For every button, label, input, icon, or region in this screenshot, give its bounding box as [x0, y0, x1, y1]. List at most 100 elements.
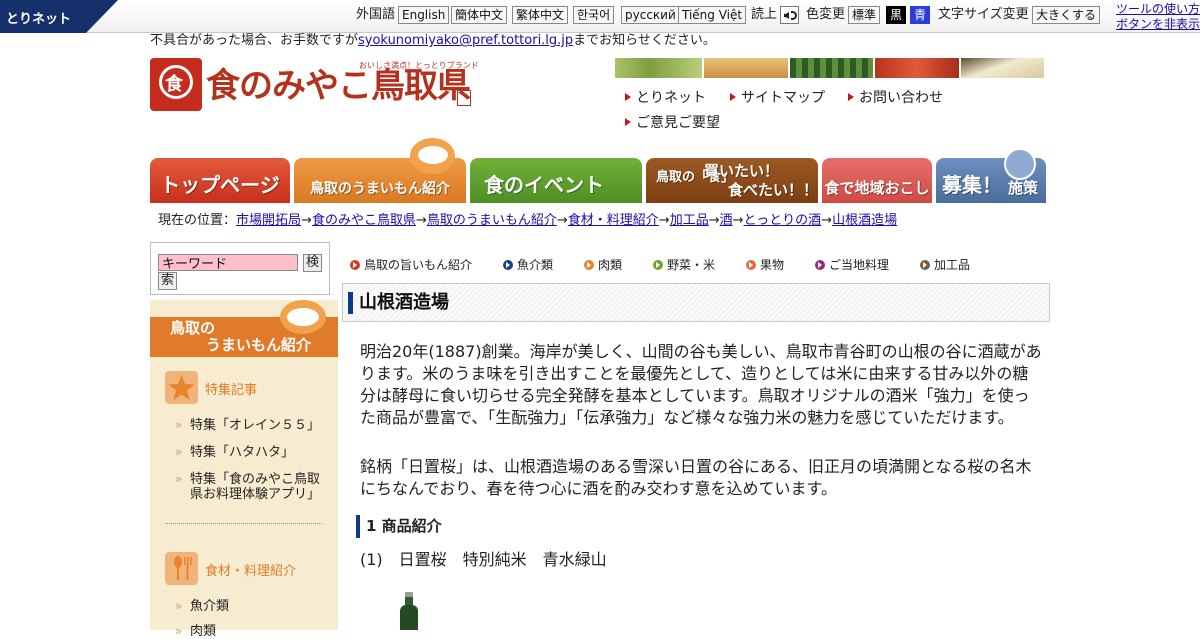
lang-traditional-chinese-button[interactable]: 繁体中文 — [512, 6, 569, 24]
arrow-right-icon — [730, 93, 736, 101]
category-tab-fruit[interactable]: 果物 — [746, 258, 784, 272]
breadcrumb-item[interactable]: 食材・料理紹介 — [568, 213, 659, 228]
search-button-part1[interactable]: 検 — [303, 254, 323, 272]
article-paragraph-1: 明治20年(1887)創業。海岸が美しく、山間の谷も美しい、鳥取市青谷町の山根の… — [360, 342, 1042, 427]
arrow-right-icon — [625, 118, 631, 126]
arrow-circle-icon — [653, 260, 663, 270]
sidebar-title-line1: 鳥取の — [170, 319, 216, 337]
torinet-brand-tab[interactable]: とりネット — [0, 0, 118, 33]
photo-crab — [875, 58, 959, 78]
color-black-button[interactable]: 黒 — [886, 6, 907, 24]
category-tab-local-cuisine[interactable]: ご当地料理 — [815, 258, 889, 272]
breadcrumb-sep: → — [821, 213, 833, 228]
nav-top-page[interactable]: トップページ — [150, 158, 290, 203]
breadcrumb-prefix: 現在の位置： — [158, 213, 237, 228]
nav-buy-eat[interactable]: 鳥取の「食」 買いたい！ 食べたい！！ — [646, 158, 818, 203]
sidebar-item-olein55[interactable]: 特集「オレイン５５」 — [175, 418, 330, 433]
util-link-torinet[interactable]: とりネット — [625, 89, 706, 107]
nav-regional-label: 食で地域おこし — [824, 179, 930, 197]
category-tab-seafood[interactable]: 魚介類 — [503, 258, 553, 272]
breadcrumb-item[interactable]: 加工品 — [670, 213, 709, 228]
sidebar-item-seafood[interactable]: 魚介類 — [175, 599, 330, 614]
breadcrumb-item[interactable]: 酒 — [720, 213, 733, 228]
search-box: 検 索 — [150, 242, 330, 295]
notice-email-link[interactable]: syokunomiyako@pref.tottori.lg.jp — [358, 33, 573, 48]
lang-vietnamese-button[interactable]: Tiếng Việt — [678, 6, 747, 24]
lang-korean-button[interactable]: 한국어 — [573, 6, 615, 24]
nav-recruit-big: 募集！ — [942, 173, 1002, 197]
color-blue-button[interactable]: 青 — [910, 6, 931, 24]
util-link-label: お問い合わせ — [859, 90, 943, 106]
breadcrumb-sep: → — [708, 213, 720, 228]
site-logo[interactable]: 食 食のみやこ鳥取県 おいしさ満点！とっとりブランド — [150, 58, 479, 113]
speaker-icon[interactable] — [780, 6, 799, 24]
smile-faces-icon — [280, 300, 326, 334]
search-button-part2[interactable]: 索 — [158, 272, 178, 290]
font-size-label: 文字サイズ変更 — [938, 7, 1029, 22]
page-title-box: 山根酒造場 — [342, 283, 1050, 322]
category-tab-label: 果物 — [760, 258, 785, 272]
arrow-circle-icon — [920, 260, 930, 270]
contact-notice: 不具合があった場合、お手数ですがsyokunomiyako@pref.totto… — [150, 33, 716, 49]
read-aloud-label: 読上 — [751, 7, 778, 22]
nav-top-page-label: トップページ — [160, 173, 280, 197]
category-tab-label: 魚介類 — [517, 258, 554, 272]
hide-tools-line2: ボタンを非表示 — [1116, 17, 1200, 31]
breadcrumb-sep: → — [556, 213, 568, 228]
lang-russian-button[interactable]: русский — [621, 6, 680, 24]
breadcrumb-current[interactable]: 山根酒造場 — [832, 213, 897, 228]
breadcrumb-item[interactable]: 市場開拓局 — [236, 213, 301, 228]
arrow-circle-icon — [746, 260, 756, 270]
sake-bottle-image — [399, 592, 419, 630]
util-link-label: とりネット — [636, 90, 706, 106]
category-tab-label: ご当地料理 — [829, 258, 890, 272]
section-heading-text: 1 商品紹介 — [366, 517, 442, 535]
title-accent-bar — [348, 292, 353, 314]
product-title: (1) 日置桜 特別純米 青水緑山 — [360, 550, 607, 569]
util-link-label: サイトマップ — [741, 90, 825, 106]
logo-stamp-mark — [457, 90, 471, 106]
util-link-contact[interactable]: お問い合わせ — [848, 89, 943, 107]
sidebar-item-meat[interactable]: 肉類 — [175, 624, 330, 639]
arrow-circle-icon — [350, 260, 360, 270]
util-link-sitemap[interactable]: サイトマップ — [730, 89, 825, 107]
category-tab-label: 野菜・米 — [667, 258, 716, 272]
photo-pears — [615, 58, 702, 78]
nav-regional[interactable]: 食で地域おこし — [822, 158, 932, 203]
color-standard-button[interactable]: 標準 — [848, 6, 881, 24]
category-tab-processed[interactable]: 加工品 — [920, 258, 970, 272]
breadcrumb-sep: → — [658, 213, 670, 228]
category-tab-umaimon[interactable]: 鳥取の旨いもん紹介 — [350, 258, 472, 272]
util-link-label: ご意見ご要望 — [636, 115, 720, 131]
category-tab-meat[interactable]: 肉類 — [584, 258, 622, 272]
category-tab-vegetables[interactable]: 野菜・米 — [653, 258, 715, 272]
breadcrumb-item[interactable]: 食のみやこ鳥取県 — [312, 213, 416, 228]
sidebar-item-cooking-app[interactable]: 特集「食のみやこ鳥取県お料理体験アプリ」 — [175, 472, 330, 502]
nav-umaimon-label: 鳥取のうまいもん紹介 — [310, 181, 450, 197]
util-link-feedback[interactable]: ご意見ご要望 — [625, 114, 720, 132]
breadcrumb-item[interactable]: とっとりの酒 — [744, 213, 822, 228]
search-input[interactable] — [158, 254, 298, 271]
nav-food-events-label: 食のイベント — [484, 173, 604, 197]
nav-buy-eat-line1: 買いたい！ — [704, 162, 780, 180]
page-title: 山根酒造場 — [359, 292, 449, 313]
sidebar-title-line2: うまいもん紹介 — [206, 336, 312, 354]
sidebar-item-hatahata[interactable]: 特集「ハタハタ」 — [175, 445, 330, 460]
lang-english-button[interactable]: English — [398, 6, 450, 24]
lang-simplified-chinese-button[interactable]: 簡体中文 — [451, 6, 508, 24]
breadcrumb-item[interactable]: 鳥取のうまいもん紹介 — [427, 213, 557, 228]
font-size-enlarge-button[interactable]: 大きくする — [1032, 6, 1101, 24]
nav-food-events[interactable]: 食のイベント — [470, 158, 642, 203]
notice-prefix: 不具合があった場合、お手数ですが — [150, 33, 359, 48]
color-change-label: 色変更 — [806, 7, 846, 22]
smile-faces-inner — [418, 146, 448, 164]
hide-tools-line1: ツールの使い方 — [1116, 2, 1200, 16]
photo-nagaimo — [961, 58, 1044, 78]
hide-tools-link[interactable]: ツールの使い方 ボタンを非表示 — [1116, 2, 1200, 32]
arrow-right-icon — [848, 93, 854, 101]
nav-recruit-small: 施策 — [1008, 179, 1039, 197]
sidebar-section-label: 食材・料理紹介 — [205, 564, 297, 579]
arrow-circle-icon — [584, 260, 594, 270]
utility-links: とりネット サイトマップ お問い合わせ ご意見ご要望 — [625, 89, 945, 137]
breadcrumb-sep: → — [301, 213, 312, 228]
